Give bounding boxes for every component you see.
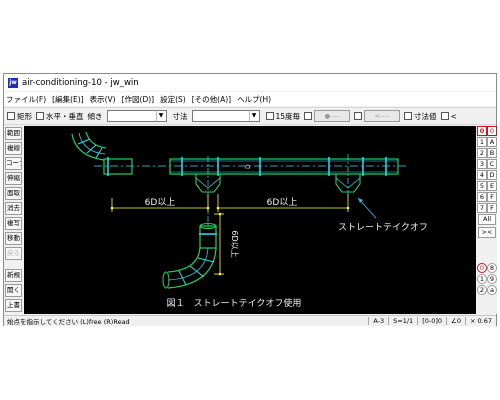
window-title: air-conditioning-10 - jw_win	[22, 77, 139, 88]
layer-c[interactable]: C	[487, 159, 497, 169]
elbow-seam	[95, 147, 103, 159]
status-zoom[interactable]: × 0.67	[465, 317, 496, 325]
status-layer[interactable]: [0-0]0	[417, 317, 446, 325]
slope-select[interactable]: ▼	[106, 110, 167, 122]
control-bar: 矩形 水平・垂直 傾き ▼ 寸法 ▼ 15度毎 ●---- <---- 寸法値 …	[4, 107, 496, 125]
layer-circle-2[interactable]: 2	[477, 285, 487, 295]
dim-point	[110, 206, 114, 210]
dim-text-left: 6D以上	[145, 197, 176, 208]
dim-text-right: 6D以上	[267, 197, 298, 208]
drawing-svg: D 6D以上 6D以上 6D以上 ストレートテイクオフ 図１ ストレートテイクオ…	[71, 131, 428, 309]
status-bar: 始点を指示してください (L)free (R)Read A-3 S=1/1 [0…	[4, 315, 496, 326]
menu-draw[interactable]: [作図(D)]	[122, 94, 154, 105]
tool-move[interactable]: 移動	[5, 232, 22, 245]
layer-toggle-button[interactable]: ><	[478, 227, 496, 238]
dim-point	[346, 206, 350, 210]
menu-other[interactable]: [その他(A)]	[192, 94, 231, 105]
status-scale[interactable]: S=1/1	[388, 317, 417, 325]
layer-group-7[interactable]: 7	[477, 203, 487, 213]
figure-caption: 図１ ストレートテイクオフ使用	[167, 297, 302, 309]
tool-extend[interactable]: 伸縮	[5, 172, 22, 185]
dim-point	[218, 212, 222, 216]
tool-erase[interactable]: 消去	[5, 202, 22, 215]
dimval-label: 寸法値	[414, 111, 437, 121]
layer-0[interactable]: 0	[487, 126, 497, 136]
layer-group-5[interactable]: 5	[477, 181, 487, 191]
menu-bar: ファイル(F) [編集(E)] 表示(V) [作図(D)] 設定(S) [その他…	[4, 92, 496, 106]
arrow-mode-checkbox[interactable]	[354, 112, 363, 120]
layer-group-2[interactable]: 2	[477, 148, 487, 158]
status-angle[interactable]: ∠0	[446, 317, 465, 325]
last-label: <	[450, 111, 457, 121]
slope-label: 傾き	[87, 111, 103, 121]
menu-view[interactable]: 表示(V)	[90, 94, 116, 105]
menu-settings[interactable]: 設定(S)	[160, 94, 186, 105]
dim-point	[206, 206, 210, 210]
layer-group-0[interactable]: 0	[477, 126, 487, 136]
hv-checkbox[interactable]	[36, 112, 44, 120]
tool-copy[interactable]: 複写	[5, 217, 22, 230]
chevron-down-icon: ▼	[155, 111, 166, 121]
diameter-mark: D	[245, 164, 252, 169]
layer-e[interactable]: E	[487, 181, 497, 191]
branch-duct	[199, 225, 217, 249]
menu-file[interactable]: ファイル(F)	[6, 94, 46, 105]
app-icon: jw	[8, 77, 18, 88]
layer-all-button[interactable]: All	[478, 214, 496, 225]
arrow-line-button[interactable]: <----	[364, 110, 401, 122]
layer-group-4[interactable]: 4	[477, 170, 487, 180]
title-bar: jw air-conditioning-10 - jw_win	[4, 74, 496, 91]
elbow-seam	[77, 138, 91, 145]
menu-help[interactable]: ヘルプ(H)	[237, 94, 271, 105]
layer-f[interactable]: F	[487, 192, 497, 202]
status-sheet[interactable]: A-3	[368, 317, 388, 325]
dim-point	[216, 206, 220, 210]
layer-b[interactable]: B	[487, 148, 497, 158]
hv-label: 水平・垂直	[46, 111, 84, 121]
status-message: 始点を指示してください (L)free (R)Read	[7, 318, 130, 326]
dimval-checkbox[interactable]	[404, 112, 413, 120]
rect-checkbox[interactable]	[7, 112, 15, 120]
tool-open[interactable]: 開く	[5, 284, 22, 297]
callout-text: ストレートテイクオフ	[338, 222, 428, 233]
tool-new[interactable]: 新規	[5, 269, 22, 282]
dim-text-vertical: 6D以上	[230, 230, 239, 257]
tool-undo[interactable]: 戻る	[5, 247, 22, 260]
layer-f2[interactable]: F	[487, 203, 497, 213]
drawing-canvas[interactable]: D 6D以上 6D以上 6D以上 ストレートテイクオフ 図１ ストレートテイクオ…	[24, 126, 476, 314]
elbow-seam	[189, 265, 205, 278]
chevron-down-icon: ▼	[248, 111, 259, 121]
rect-label: 矩形	[17, 111, 32, 121]
dim-label: 寸法	[172, 111, 188, 121]
layer-circle-1[interactable]: 1	[477, 274, 487, 284]
layer-circle-a[interactable]: a	[487, 285, 497, 295]
tool-chamfer[interactable]: 面取	[5, 187, 22, 200]
layer-a[interactable]: A	[487, 137, 497, 147]
elbow-upper-left	[78, 132, 106, 155]
last-checkbox[interactable]	[440, 112, 449, 120]
circle-mode-checkbox[interactable]	[304, 112, 313, 120]
deg15-label: 15度毎	[275, 111, 301, 121]
tool-offset[interactable]: 複線	[5, 142, 22, 155]
tool-palette-left: 範囲 複線 コーナー 伸縮 面取 消去 複写 移動 戻る 新規 開く 上書	[4, 126, 23, 314]
layer-circle-0[interactable]: 0	[477, 263, 487, 273]
elbow-lower	[167, 247, 201, 273]
app-window: jw air-conditioning-10 - jw_win ファイル(F) …	[3, 73, 497, 326]
layer-group-6[interactable]: 6	[477, 192, 487, 202]
layer-palette-right: 00 1A 2B 3C 4D 5E 6F 7F All >< 08 19 2a	[477, 126, 497, 314]
dim-point	[218, 272, 222, 276]
circle-line-button[interactable]: ●----	[314, 110, 351, 122]
tool-save[interactable]: 上書	[5, 299, 22, 312]
layer-d[interactable]: D	[487, 170, 497, 180]
tool-range[interactable]: 範囲	[5, 127, 22, 140]
layer-group-1[interactable]: 1	[477, 137, 487, 147]
tool-corner[interactable]: コーナー	[5, 157, 22, 170]
layer-circle-8[interactable]: 8	[487, 263, 497, 273]
dim-select[interactable]: ▼	[191, 110, 260, 122]
menu-edit[interactable]: [編集(E)]	[52, 94, 83, 105]
deg15-checkbox[interactable]	[265, 112, 274, 120]
layer-circle-9[interactable]: 9	[487, 274, 497, 284]
layer-group-3[interactable]: 3	[477, 159, 487, 169]
elbow-seam	[178, 270, 187, 286]
